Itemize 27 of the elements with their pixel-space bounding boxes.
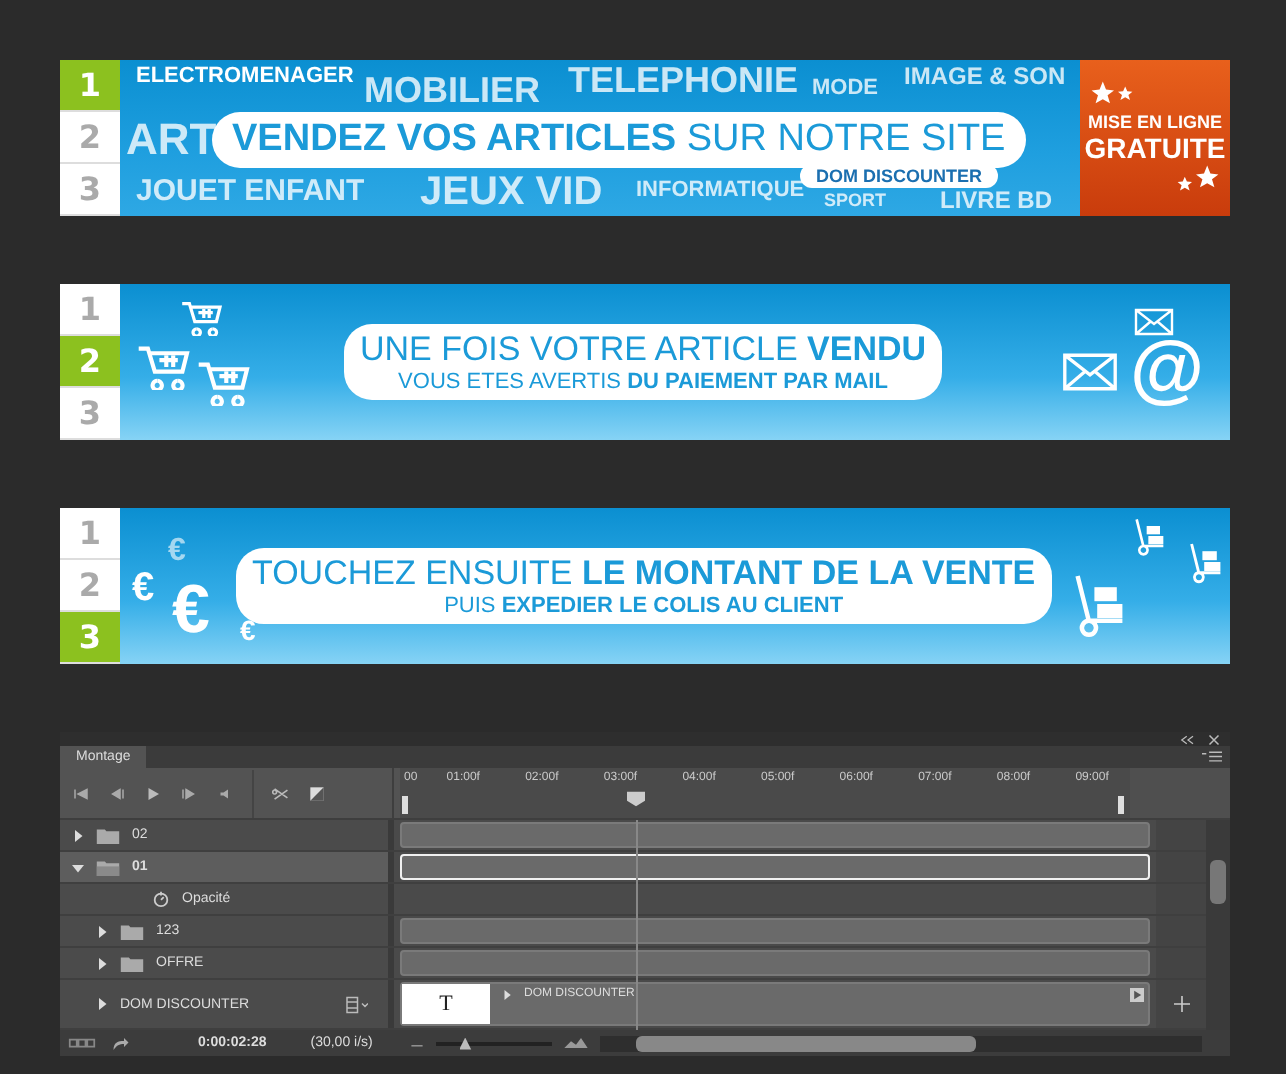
- headline: UNE FOIS VOTRE ARTICLE VENDU: [359, 330, 927, 370]
- offer-text: GRATUITE: [1084, 132, 1226, 164]
- layer-thumbnail: T: [402, 984, 490, 1025]
- at-sign: @: [1130, 332, 1205, 408]
- category-word: JOUET ENFANT: [136, 176, 365, 206]
- euro-sign: €: [168, 536, 186, 568]
- category-word: TELEPHONIE: [568, 62, 799, 98]
- headline: VENDEZ VOS ARTICLES SUR NOTRE SITE: [232, 118, 1006, 160]
- category-word: IMAGE & SON: [904, 64, 1066, 88]
- step-number: 2: [60, 336, 120, 388]
- subline: PUIS EXPEDIER LE COLIS AU CLIENT: [444, 593, 844, 618]
- step-number: 3: [60, 612, 120, 664]
- category-word: LIVRE BD: [940, 188, 1053, 212]
- subline: VOUS ETES AVERTIS DU PAIEMENT PAR MAIL: [398, 369, 888, 394]
- headline: TOUCHEZ ENSUITE LE MONTANT DE LA VENTE: [252, 554, 1036, 594]
- euro-sign: €: [240, 616, 256, 644]
- category-word: MOBILIER: [364, 72, 540, 108]
- logo: DOM DISCOUNTER: [800, 164, 998, 188]
- category-word: ELECTROMENAGER: [136, 66, 354, 88]
- offer-text: MISE EN LIGNE: [1087, 112, 1222, 132]
- euro-sign: €: [132, 568, 155, 608]
- category-word: MODE: [812, 78, 878, 100]
- euro-sign: €: [172, 576, 210, 644]
- category-word: JEUX VID: [420, 172, 603, 212]
- category-word: SPORT: [824, 192, 887, 210]
- step-number: 1: [60, 60, 120, 112]
- category-word: INFORMATIQUE: [636, 180, 805, 202]
